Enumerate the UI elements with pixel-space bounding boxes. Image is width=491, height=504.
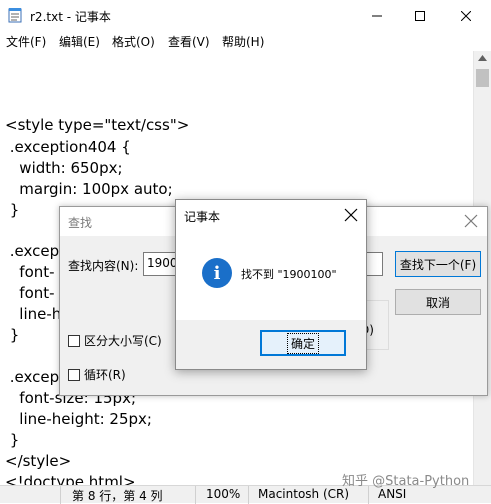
message-box-body: i 找不到 "1900100": [176, 230, 366, 320]
editor-line: .exception404 {: [5, 138, 131, 156]
checkbox-box[interactable]: [68, 368, 80, 381]
watermark-text: 知乎 @Stata-Python: [342, 474, 470, 489]
wrap-around-label: 循环(R): [84, 368, 126, 382]
editor-line: .excep: [5, 368, 60, 386]
status-divider: [60, 486, 61, 504]
editor-line: line-height: 25px;: [5, 410, 152, 428]
message-box-title: 记事本: [184, 210, 221, 224]
editor-line: <style type="text/css">: [5, 116, 190, 134]
minimize-icon: [372, 15, 382, 16]
status-zoom: 100%: [206, 487, 241, 501]
find-dialog-title: 查找: [68, 216, 93, 230]
close-icon[interactable]: [344, 208, 358, 222]
editor-line: .excep: [5, 242, 60, 260]
menu-format[interactable]: 格式(O): [112, 33, 155, 50]
ok-button[interactable]: 确定: [260, 330, 346, 356]
editor-line: </style>: [5, 452, 72, 470]
editor-line: font-: [5, 284, 55, 302]
status-encoding: ANSI: [378, 487, 407, 501]
close-icon[interactable]: [463, 213, 479, 229]
notepad-icon: [8, 8, 22, 23]
menu-bar: 文件(F) 编辑(E) 格式(O) 查看(V) 帮助(H): [0, 31, 491, 51]
window-titlebar: r2.txt - 记事本: [0, 0, 491, 31]
editor-line: margin: 100px auto;: [5, 180, 173, 198]
status-line-ending: Macintosh (CR): [258, 487, 350, 501]
ok-button-label: 确定: [286, 332, 319, 354]
window-title: r2.txt - 记事本: [30, 10, 111, 24]
message-text: 找不到 "1900100": [241, 268, 337, 281]
status-divider: [248, 486, 249, 504]
close-button[interactable]: [443, 0, 489, 31]
find-next-button[interactable]: 查找下一个(F): [395, 251, 481, 277]
editor-line: }: [5, 326, 20, 344]
info-icon: i: [202, 258, 232, 288]
status-cursor-position: 第 8 行，第 4 列: [72, 489, 163, 503]
menu-help[interactable]: 帮助(H): [222, 33, 264, 50]
match-case-label: 区分大小写(C): [84, 334, 162, 348]
scrollbar-thumb[interactable]: [476, 69, 489, 87]
minimize-button[interactable]: [354, 0, 400, 31]
editor-line: <!doctype html>: [5, 473, 136, 485]
message-box-titlebar: 记事本: [176, 200, 366, 230]
find-what-label: 查找内容(N):: [68, 259, 139, 273]
editor-line: line-h: [5, 305, 62, 323]
editor-line: width: 650px;: [5, 159, 123, 177]
editor-line: }: [5, 431, 20, 449]
scroll-up-icon[interactable]: [478, 55, 487, 61]
editor-line: font-: [5, 263, 55, 281]
menu-edit[interactable]: 编辑(E): [59, 33, 100, 50]
editor-line: }: [5, 201, 20, 219]
status-divider: [195, 486, 196, 504]
menu-file[interactable]: 文件(F): [6, 33, 46, 50]
cancel-button[interactable]: 取消: [395, 289, 481, 315]
menu-view[interactable]: 查看(V): [168, 33, 210, 50]
close-icon: [461, 10, 471, 21]
checkbox-box[interactable]: [68, 334, 80, 347]
maximize-icon: [415, 10, 425, 21]
message-box: 记事本 i 找不到 "1900100" 确定: [175, 199, 367, 370]
wrap-around-checkbox[interactable]: 循环(R): [68, 366, 126, 383]
match-case-checkbox[interactable]: 区分大小写(C): [68, 332, 162, 349]
maximize-button[interactable]: [397, 0, 443, 31]
message-box-footer: 确定: [176, 320, 366, 369]
